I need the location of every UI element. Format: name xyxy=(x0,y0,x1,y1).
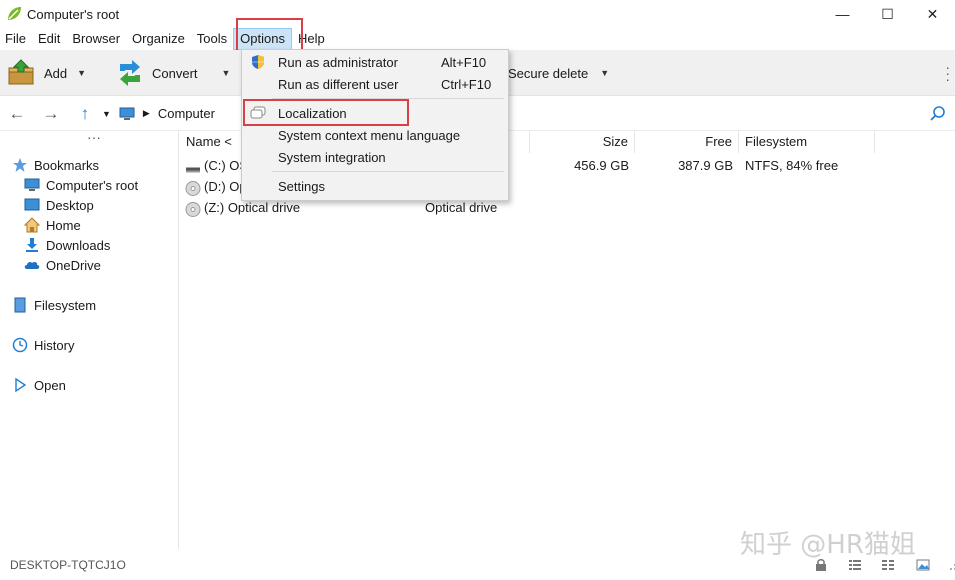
file-size: 456.9 GB xyxy=(574,158,629,173)
app-logo-icon xyxy=(8,7,21,20)
localization-highlight-box xyxy=(243,99,409,126)
secure-delete-label: Secure delete xyxy=(508,65,589,81)
menu-item-run-as-administrator[interactable]: Run as administrator Alt+F10 xyxy=(243,51,507,73)
sidebar-item-desktop[interactable]: Desktop xyxy=(24,195,94,215)
sidebar-item-label: Filesystem xyxy=(34,297,97,313)
sidebar-item-label: Open xyxy=(34,377,66,393)
sidebar-item-computers-root[interactable]: Computer's root xyxy=(24,175,138,195)
sidebar-item-filesystem[interactable]: Filesystem xyxy=(12,295,96,315)
menu-item-settings[interactable]: Settings xyxy=(243,175,507,197)
cloud-icon xyxy=(24,261,40,269)
more-icon[interactable]: ··· xyxy=(10,130,178,151)
computer-icon xyxy=(119,107,135,120)
sidebar-item-home[interactable]: Home xyxy=(24,215,81,235)
menu-item-shortcut: Alt+F10 xyxy=(441,54,487,70)
shield-icon xyxy=(252,55,264,69)
computer-name: DESKTOP-TQTCJ1O xyxy=(10,558,126,572)
chevron-down-icon[interactable]: ▼ xyxy=(102,109,111,119)
optical-disc-icon xyxy=(185,202,201,217)
menu-item-label: Settings xyxy=(278,178,325,194)
column-header-free[interactable]: Free xyxy=(635,131,739,153)
add-archive-icon xyxy=(8,59,34,85)
add-label: Add xyxy=(44,65,68,81)
menu-tools[interactable]: Tools xyxy=(191,28,233,50)
menu-edit[interactable]: Edit xyxy=(32,28,66,50)
menu-file[interactable]: File xyxy=(0,28,32,50)
close-button[interactable]: ✕ xyxy=(910,0,955,28)
title-bar: Computer's root — ☐ ✕ xyxy=(0,0,955,28)
breadcrumb-computer[interactable]: Computer xyxy=(158,106,215,121)
menu-item-run-as-different-user[interactable]: Run as different user Ctrl+F10 xyxy=(243,73,507,95)
menu-item-label: Run as administrator xyxy=(278,54,398,70)
convert-button[interactable]: Convert ▼ xyxy=(116,56,230,90)
sidebar-item-label: Computer's root xyxy=(46,177,139,193)
menu-item-system-integration[interactable]: System integration xyxy=(243,146,507,168)
minimize-button[interactable]: — xyxy=(820,0,865,28)
chevron-down-icon[interactable]: ▼ xyxy=(77,68,86,78)
chevron-right-icon[interactable]: ▶ xyxy=(143,108,150,119)
sidebar-item-history[interactable]: History xyxy=(12,335,74,355)
back-arrow-icon[interactable]: ← xyxy=(0,97,34,131)
maximize-button[interactable]: ☐ xyxy=(865,0,910,28)
more-options-icon[interactable]: · · · xyxy=(945,60,950,86)
sidebar-item-label: Bookmarks xyxy=(34,157,100,173)
convert-icon xyxy=(120,60,140,86)
breadcrumb[interactable]: ▼ ▶ Computer xyxy=(102,106,215,121)
sidebar-item-label: Home xyxy=(46,217,81,233)
add-button[interactable]: Add ▼ xyxy=(6,56,86,90)
watermark: 知乎 @HR猫姐 xyxy=(740,530,916,560)
menu-item-label: Run as different user xyxy=(278,76,399,92)
sidebar-item-label: Downloads xyxy=(46,237,111,253)
filesystem-icon xyxy=(14,297,26,313)
window-title: Computer's root xyxy=(27,6,120,22)
column-header-filesystem[interactable]: Filesystem xyxy=(739,131,875,153)
sidebar-item-onedrive[interactable]: OneDrive xyxy=(24,255,101,275)
up-arrow-icon[interactable]: ↑ xyxy=(68,97,102,131)
secure-delete-button[interactable]: Secure delete ▼ xyxy=(508,56,609,90)
convert-label: Convert xyxy=(152,65,198,81)
menu-item-label: System context menu language xyxy=(278,127,461,143)
computer-icon xyxy=(24,178,40,191)
search-icon[interactable] xyxy=(929,105,947,123)
resize-grip-icon[interactable] xyxy=(944,558,955,572)
play-icon xyxy=(15,377,27,393)
menu-item-context-menu-language[interactable]: System context menu language xyxy=(243,124,507,146)
menu-browser[interactable]: Browser xyxy=(66,28,126,50)
sidebar-item-open[interactable]: Open xyxy=(12,375,66,395)
chevron-down-icon[interactable]: ▼ xyxy=(222,68,231,78)
sidebar-item-bookmarks[interactable]: Bookmarks xyxy=(12,155,99,175)
file-free: 387.9 GB xyxy=(678,158,733,173)
chevron-down-icon[interactable]: ▼ xyxy=(600,68,609,78)
thumbnail-view-icon[interactable] xyxy=(916,558,930,572)
sidebar-item-downloads[interactable]: Downloads xyxy=(24,235,110,255)
desktop-icon xyxy=(24,198,40,211)
download-icon xyxy=(26,238,38,252)
clock-icon xyxy=(12,337,28,353)
options-highlight-box xyxy=(236,18,303,52)
menu-item-shortcut: Ctrl+F10 xyxy=(441,76,492,92)
home-icon xyxy=(24,217,40,233)
sidebar-item-label: History xyxy=(34,337,75,353)
sidebar-item-label: OneDrive xyxy=(46,257,101,273)
column-header-size[interactable]: Size xyxy=(530,131,635,153)
menu-bar: File Edit Browser Organize Tools Options… xyxy=(0,28,955,50)
sidebar: ··· Bookmarks Computer's root Desktop Ho… xyxy=(0,130,179,549)
sidebar-item-label: Desktop xyxy=(46,197,94,213)
forward-arrow-icon[interactable]: → xyxy=(34,97,68,131)
optical-disc-icon xyxy=(185,181,201,196)
menu-item-label: System integration xyxy=(278,149,386,165)
menu-separator xyxy=(272,171,504,172)
star-icon xyxy=(13,158,27,172)
menu-organize[interactable]: Organize xyxy=(126,28,191,50)
file-filesystem: NTFS, 84% free xyxy=(745,158,839,173)
